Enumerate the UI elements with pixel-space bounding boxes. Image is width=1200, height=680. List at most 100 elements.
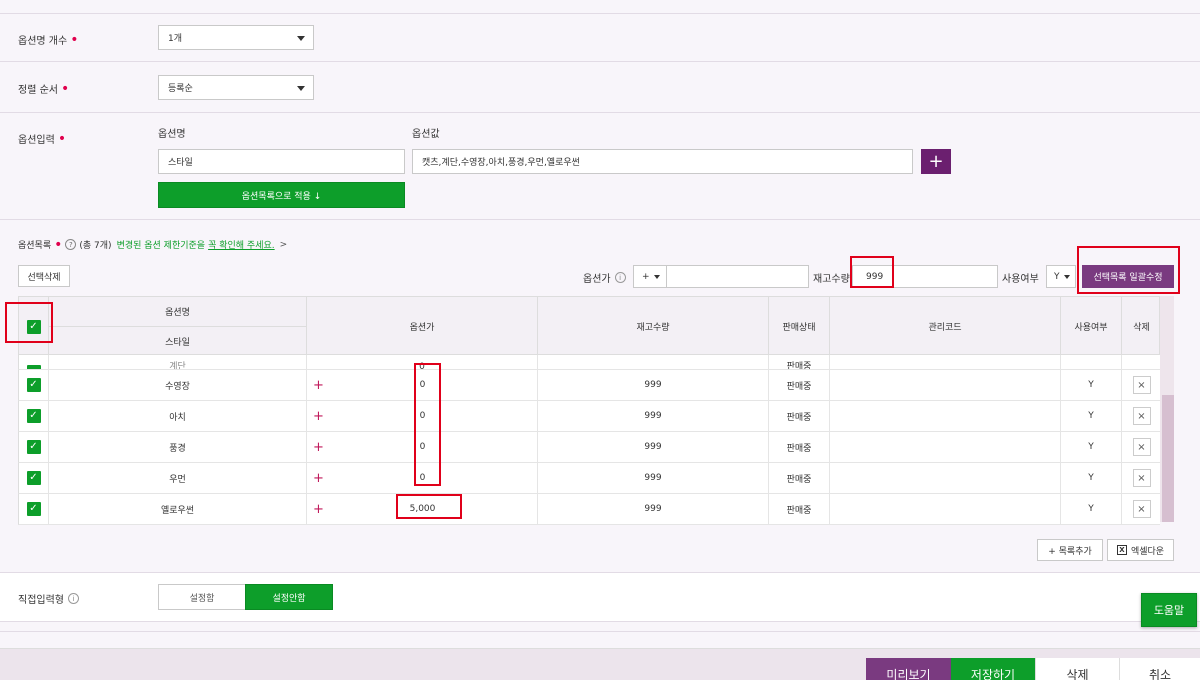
header-checkbox-cell: ✓ [19,297,49,356]
row-code [830,370,1061,400]
chevron-right-icon: > [279,239,288,250]
cancel-button[interactable]: 취소 [1119,658,1200,680]
row-checkbox-cell: ✓ [19,401,49,431]
row-stock: 999 [538,463,769,493]
row-use: Y [1061,494,1122,524]
row-delete-cell: × [1122,463,1161,493]
header-stock: 재고수량 [538,297,769,356]
sort-order-value: 등록순 [168,84,193,94]
row-checkbox[interactable]: ✓ [26,440,41,454]
row-price: +0 [307,463,538,493]
header-delete: 삭제 [1133,323,1150,333]
row-use: Y [1061,401,1122,431]
row-checkbox[interactable]: ✓ [26,502,41,516]
row-checkbox[interactable]: ✓ [26,409,41,423]
direct-input-on-toggle[interactable]: 설정함 [158,584,246,610]
row-status: 판매중 [769,355,830,369]
table-row: ✓ 옐로우썬 +5,000 999 판매중 Y × [18,494,1160,525]
direct-input-label: 직접입력형 i [18,591,79,606]
row-status: 판매중 [769,401,830,431]
row-price-value[interactable]: 0 [307,380,538,390]
table-row: ✓ 아치 +0 999 판매중 Y × [18,401,1160,432]
option-values-input[interactable]: 캣츠,계단,수영장,아치,풍경,우먼,옐로우썬 [412,149,913,174]
bulk-edit-button[interactable]: 선택목록 일괄수정 [1082,265,1174,288]
chevron-down-icon [297,86,305,91]
help-button[interactable]: 도움말 [1141,593,1197,627]
row-delete-button[interactable]: × [1132,438,1151,456]
direct-input-off-toggle[interactable]: 설정안함 [245,584,333,610]
row-delete-button[interactable]: × [1132,469,1151,487]
direct-input-label-text: 직접입력형 [18,595,64,606]
option-count-select[interactable]: 1개 [158,25,314,50]
save-button[interactable]: 저장하기 [951,658,1035,680]
option-name-input[interactable]: 스타일 [158,149,405,174]
row-code [830,463,1061,493]
row-use: Y [1061,463,1122,493]
row-checkbox[interactable]: ✓ [26,378,41,392]
row-checkbox-cell: ✓ [19,463,49,493]
row-checkbox-cell [19,355,49,369]
add-row-button[interactable]: + 목록추가 [1037,539,1103,561]
price-label-text: 옵션가 [583,274,611,285]
info-icon[interactable]: i [68,593,79,604]
row-status: 판매중 [769,370,830,400]
price-sign-value: + [642,271,650,282]
header-price: 옵션가 [307,297,538,356]
chevron-down-icon [297,36,305,41]
row-price-value[interactable]: 0 [307,442,538,452]
row-delete-button[interactable]: × [1132,500,1151,518]
option-count-label: 옵션명 개수 • [18,31,79,48]
table-row: ✓ 우먼 +0 999 판매중 Y × [18,463,1160,494]
row-code [830,432,1061,462]
row-status: 판매중 [769,432,830,462]
select-all-checkbox[interactable]: ✓ [26,319,41,334]
row-price: +0 [307,401,538,431]
row-price-value[interactable]: 5,000 [307,504,538,514]
row-price-value[interactable]: 0 [307,411,538,421]
price-label: 옵션가 i [583,270,626,285]
row-stock [538,355,769,369]
required-dot: • [70,31,79,48]
row-stock: 999 [538,401,769,431]
price-input[interactable] [666,265,809,288]
delete-button[interactable]: 삭제 [1035,658,1119,680]
row-checkbox[interactable]: ✓ [26,471,41,485]
add-option-button[interactable]: + [921,149,951,174]
option-count-label-text: 옵션명 개수 [18,36,68,47]
row-option-name: 계단 [49,355,307,369]
option-value-header: 옵션값 [412,129,440,140]
row-status: 판매중 [769,463,830,493]
use-label: 사용여부 [1002,274,1039,285]
price-sign-select[interactable]: + [633,265,667,288]
info-icon[interactable]: i [614,272,626,283]
row-delete-cell: × [1122,401,1161,431]
option-count-text: (총 7개) [79,241,112,251]
delete-selected-button[interactable]: 선택삭제 [18,265,70,287]
row-delete-button[interactable]: × [1132,407,1151,425]
stock-input[interactable]: 999 [852,265,998,288]
option-table-header: ✓ 옵션명 스타일 옵션가 재고수량 판매상태 관리코드 사용여부 삭제 [18,296,1160,356]
help-icon[interactable]: ? [65,239,77,250]
row-delete-cell: × [1122,370,1161,400]
header-code: 관리코드 [830,297,1061,356]
excel-download-button[interactable]: X 엑셀다운 [1107,539,1174,561]
sort-order-select[interactable]: 등록순 [158,75,314,100]
apply-to-list-button[interactable]: 옵션목록으로 적용 ↓ [158,182,405,208]
chevron-down-icon [654,275,660,279]
row-checkbox-cell: ✓ [19,432,49,462]
table-scrollbar-thumb[interactable] [1162,395,1174,522]
row-price-value[interactable]: 0 [307,473,538,483]
sort-order-label: 정렬 순서 • [18,81,69,97]
preview-button[interactable]: 미리보기 [866,658,951,680]
row-stock: 999 [538,494,769,524]
row-use: Y [1061,370,1122,400]
use-select[interactable]: Y [1046,265,1076,288]
header-option-name-sub: 스타일 [49,327,307,356]
row-stock: 999 [538,370,769,400]
notice-link[interactable]: 꼭 확인해 주세요. [208,238,275,251]
row-delete-button[interactable]: × [1132,376,1151,394]
table-row-partial: 계단 0 판매중 [18,355,1160,370]
row-code [830,494,1061,524]
table-row: ✓ 수영장 +0 999 판매중 Y × [18,370,1160,401]
header-option-name: 옵션명 [49,297,307,327]
